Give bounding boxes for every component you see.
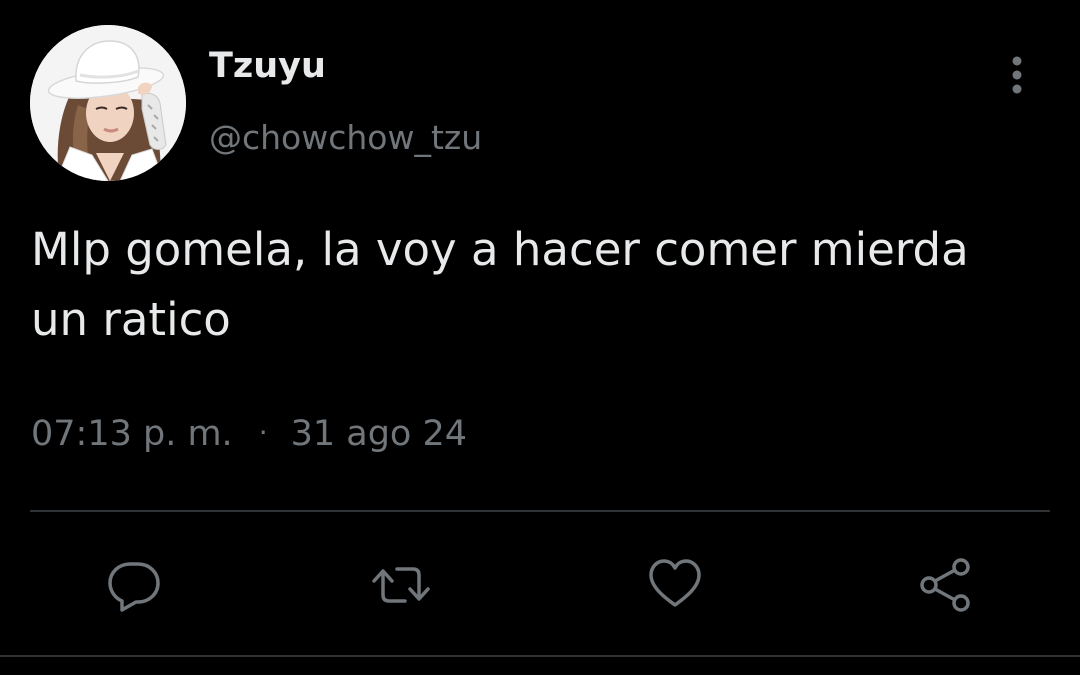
divider	[30, 510, 1050, 512]
reply-icon	[108, 562, 160, 612]
reply-button[interactable]	[104, 555, 164, 615]
share-icon	[920, 558, 970, 612]
meta-separator: ·	[258, 415, 268, 449]
tweet-text-line: un ratico	[31, 293, 231, 346]
display-name[interactable]: Tzuyu	[209, 46, 326, 86]
more-options-button[interactable]	[994, 52, 1040, 98]
tweet-time[interactable]: 07:13 p. m.	[31, 414, 233, 454]
tweet-text-line: Mlp gomela, la voy a hacer comer mierda	[31, 223, 969, 276]
tweet-timestamp: 07:13 p. m. · 31 ago 24	[31, 414, 467, 454]
retweet-button[interactable]	[371, 555, 431, 615]
retweet-icon	[372, 567, 430, 603]
profile-photo	[30, 25, 186, 181]
user-handle[interactable]: @chowchow_tzu	[209, 118, 482, 157]
heart-icon	[649, 559, 701, 607]
like-button[interactable]	[645, 555, 705, 615]
tweet-text: Mlp gomela, la voy a hacer comer mierda …	[31, 215, 1061, 355]
tweet-date[interactable]: 31 ago 24	[291, 414, 467, 454]
share-button[interactable]	[915, 555, 975, 615]
more-vertical-icon	[1012, 56, 1022, 94]
avatar[interactable]	[30, 25, 186, 181]
divider	[0, 655, 1080, 657]
